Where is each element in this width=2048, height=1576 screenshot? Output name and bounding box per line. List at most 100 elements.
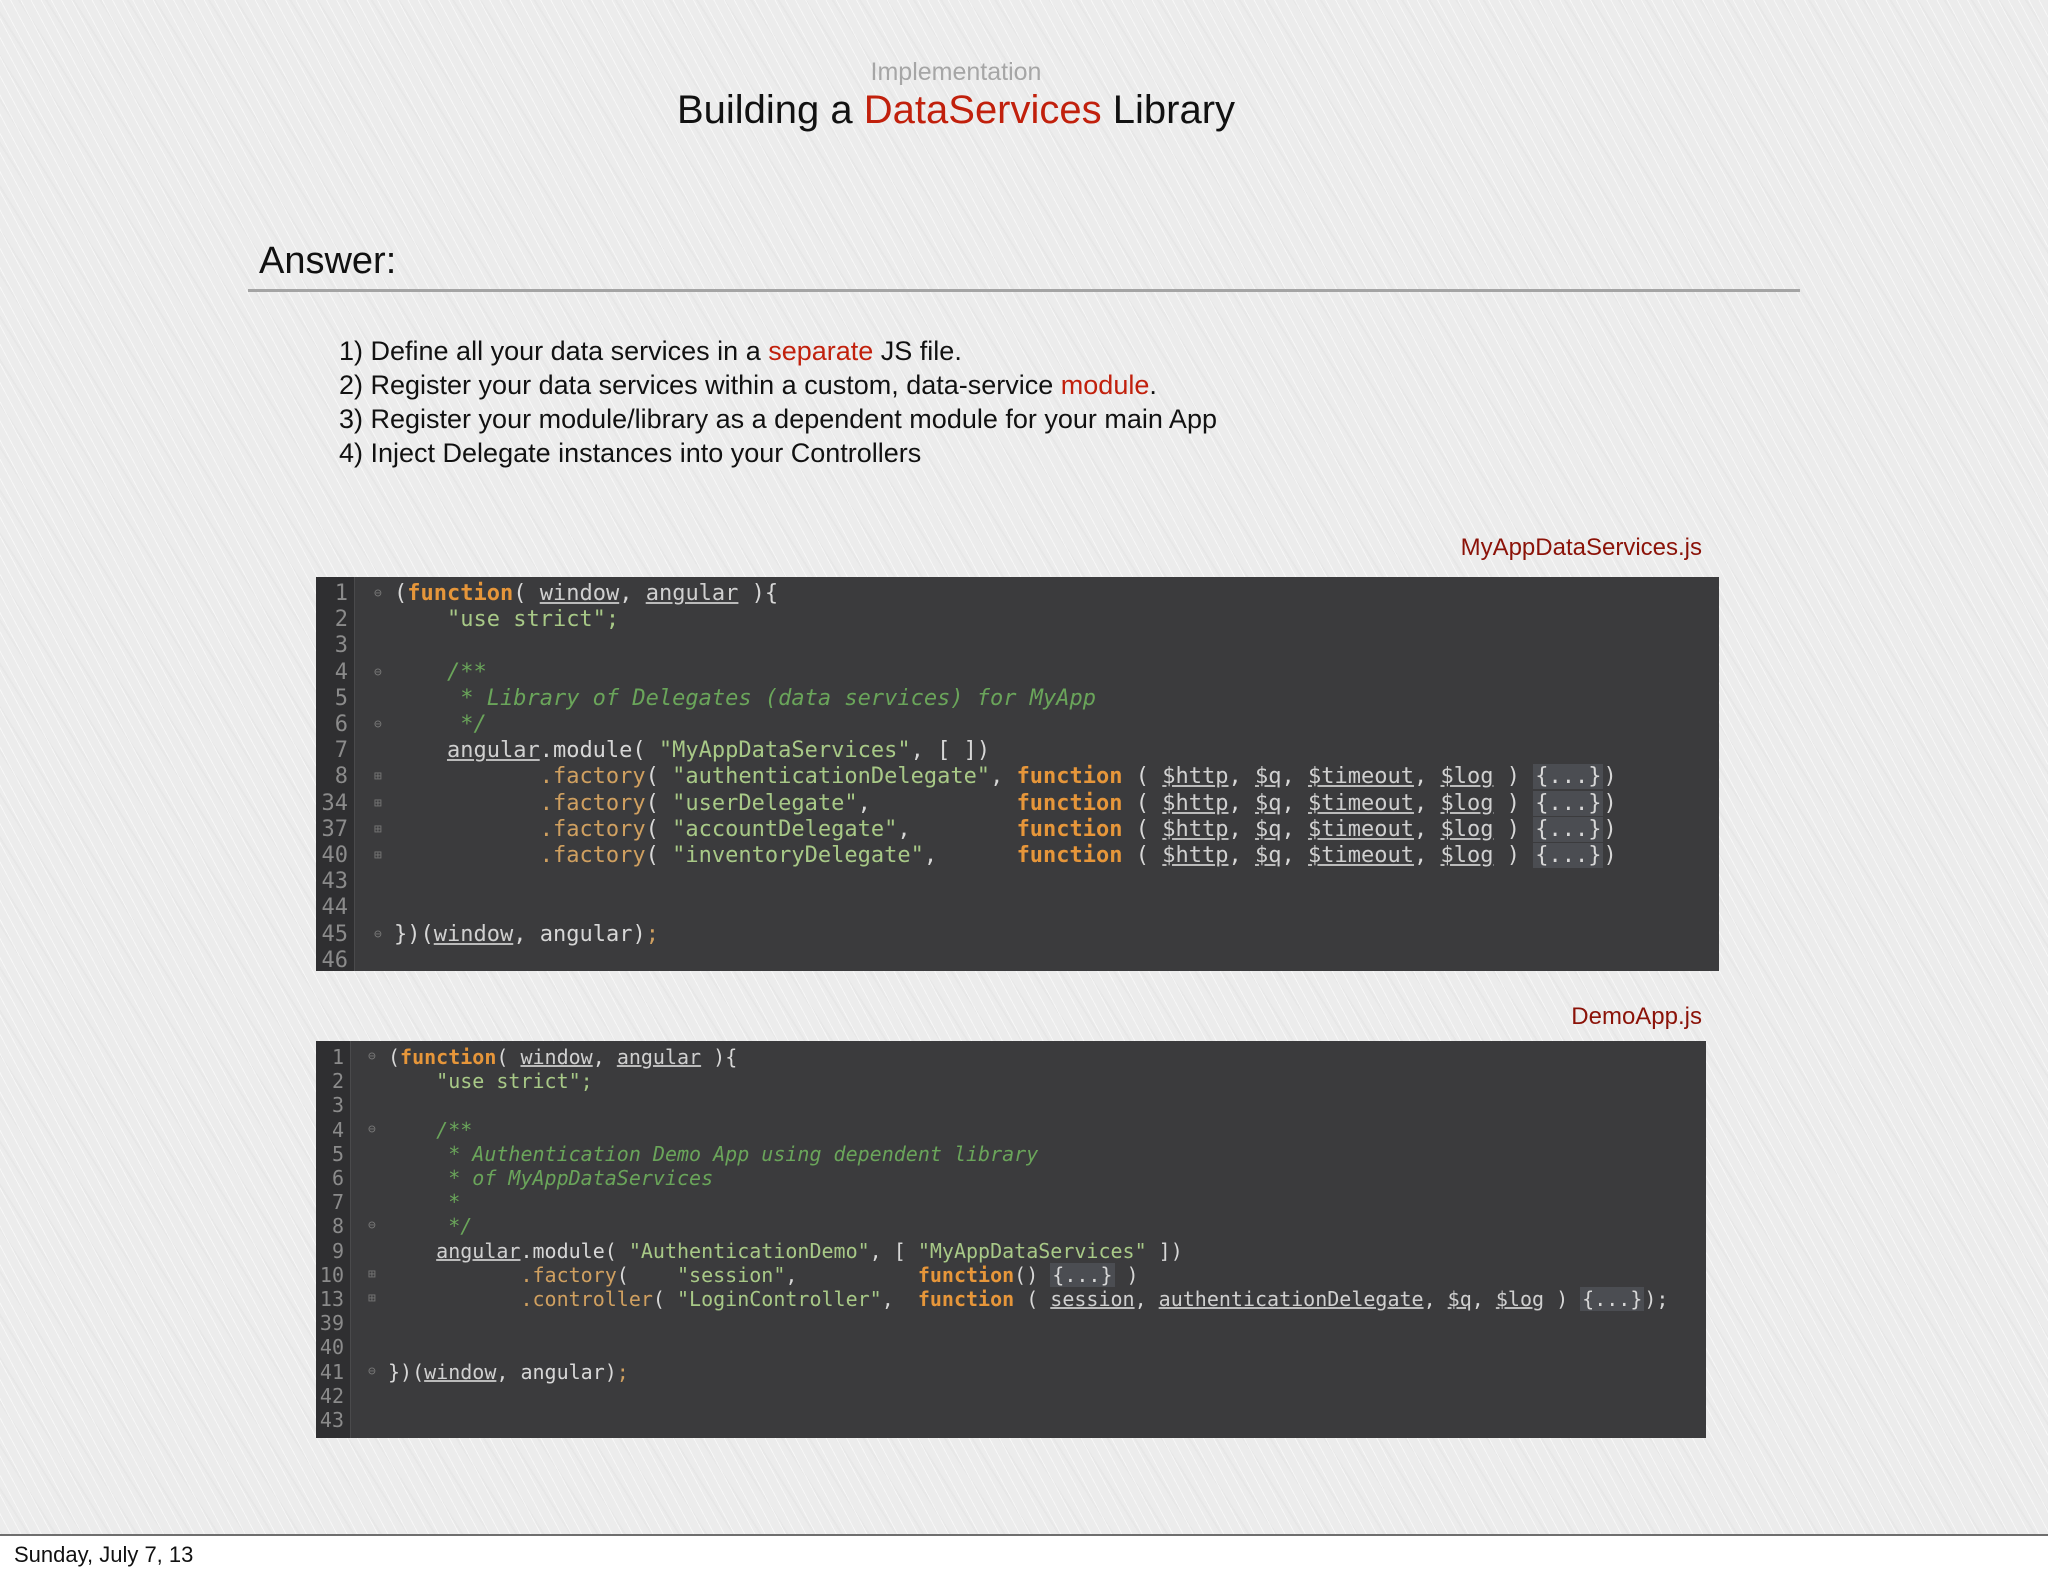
- answer-heading: Answer:: [259, 240, 397, 282]
- code-line: 41 ⊖})(window, angular);: [316, 1360, 1706, 1384]
- code-line: 40: [316, 1335, 1706, 1359]
- line-number: 4: [334, 659, 348, 685]
- code-text: "use strict";: [446, 607, 620, 633]
- step-highlight: separate: [768, 336, 874, 366]
- filename-label-demoapp: DemoApp.js: [1571, 1003, 1702, 1030]
- code-text: */: [460, 712, 487, 737]
- code-text: .factory( "inventoryDelegate", function …: [539, 843, 1617, 868]
- code-line: 43: [316, 1408, 1706, 1432]
- code-text: *: [448, 1190, 461, 1215]
- fold-expand-icon[interactable]: ⊞: [374, 764, 382, 790]
- code-text: angular.module( "AuthenticationDemo", [ …: [436, 1238, 1183, 1263]
- line-number: 4: [331, 1117, 344, 1142]
- slide: Implementation Building a DataServices L…: [0, 0, 2048, 1536]
- code-line: 5 * Library of Delegates (data services)…: [316, 686, 1719, 712]
- section-label: Implementation: [870, 58, 1042, 86]
- code-line: 9 angular.module( "AuthenticationDemo", …: [316, 1239, 1706, 1263]
- line-number: 1: [331, 1045, 344, 1069]
- line-number: 44: [321, 895, 349, 921]
- code-text: * of MyAppDataServices: [448, 1166, 714, 1190]
- code-text: /**: [446, 659, 487, 685]
- code-text: })(window, angular);: [388, 1359, 629, 1384]
- step-text: 2) Register your data services within a …: [339, 370, 1061, 400]
- code-line: 8 ⊞ .factory( "authenticationDelegate", f…: [316, 764, 1719, 790]
- step-text: 3) Register your module/library as a dep…: [339, 404, 1217, 434]
- code-text: angular.module( "MyAppDataServices", [ ]…: [446, 738, 991, 764]
- code-line: 3: [316, 1093, 1706, 1117]
- line-number: 5: [331, 1141, 344, 1166]
- line-number: 5: [334, 685, 348, 711]
- line-number: 1: [334, 581, 348, 606]
- step-text-end: JS file.: [873, 336, 962, 366]
- code-line: 7 *: [316, 1190, 1706, 1214]
- line-number: 6: [334, 712, 348, 737]
- code-line: 2 "use strict";: [316, 1069, 1706, 1093]
- title-before: Building a: [676, 88, 864, 132]
- line-number: 43: [321, 869, 349, 895]
- code-text: .factory( "session", function() {...} ): [520, 1262, 1139, 1287]
- code-line: 13 ⊞ .controller( "LoginController", func…: [316, 1287, 1706, 1311]
- fold-expand-icon[interactable]: ⊞: [374, 817, 382, 843]
- title-highlight: DataServices: [863, 88, 1102, 132]
- fold-expand-icon[interactable]: ⊞: [368, 1263, 376, 1287]
- line-number: 46: [321, 947, 349, 971]
- filename-label-dataservices: MyAppDataServices.js: [1460, 534, 1702, 561]
- step-item: 4) Inject Delegate instances into your C…: [339, 436, 1217, 470]
- step-item: 2) Register your data services within a …: [339, 368, 1217, 402]
- code-panel-dataservices: 1 ⊖ (function( window, angular ){2 "use st…: [316, 577, 1719, 971]
- fold-collapse-icon[interactable]: ⊖: [374, 712, 382, 738]
- code-line: 6 * of MyAppDataServices: [316, 1166, 1706, 1190]
- code-line: 46: [316, 948, 1719, 971]
- fold-collapse-icon[interactable]: ⊖: [368, 1045, 376, 1069]
- fold-collapse-icon[interactable]: ⊖: [374, 660, 382, 686]
- line-number: 6: [331, 1166, 344, 1190]
- code-line: 6 ⊖ */: [316, 712, 1719, 738]
- code-line: 39: [316, 1311, 1706, 1335]
- code-line: 44: [316, 895, 1719, 921]
- step-text: 1) Define all your data services in a: [339, 336, 769, 366]
- code-line: 37 ⊞ .factory( "accountDelegate", functio…: [316, 816, 1719, 843]
- code-text: })(window, angular);: [394, 921, 659, 947]
- line-number: 10: [319, 1262, 344, 1287]
- line-number: 42: [319, 1383, 344, 1408]
- line-number: 40: [321, 843, 349, 868]
- line-number: 7: [331, 1190, 344, 1215]
- fold-collapse-icon[interactable]: ⊖: [368, 1360, 376, 1384]
- code-text: /**: [436, 1117, 473, 1142]
- fold-expand-icon[interactable]: ⊞: [374, 843, 382, 869]
- code-text: .controller( "LoginController", function…: [520, 1287, 1669, 1311]
- fold-collapse-icon[interactable]: ⊖: [374, 922, 382, 948]
- fold-collapse-icon[interactable]: ⊖: [368, 1118, 376, 1142]
- code-text: * Authentication Demo App using dependen…: [448, 1141, 1039, 1166]
- line-number: 39: [319, 1311, 344, 1336]
- code-text: */: [448, 1214, 473, 1239]
- code-line: 42: [316, 1384, 1706, 1408]
- step-highlight: module: [1060, 370, 1150, 400]
- fold-expand-icon[interactable]: ⊞: [368, 1287, 376, 1311]
- code-line: 8 ⊖ */: [316, 1214, 1706, 1238]
- code-line: 1 ⊖ (function( window, angular ){: [316, 1045, 1706, 1069]
- code-text: "use strict";: [436, 1069, 593, 1094]
- code-text: .factory( "authenticationDelegate", func…: [539, 764, 1617, 790]
- code-text: .factory( "userDelegate", function ( $ht…: [539, 790, 1617, 816]
- heading-divider: [248, 289, 1800, 292]
- code-text: .factory( "accountDelegate", function ( …: [539, 816, 1617, 842]
- footer-date: Sunday, July 7, 13: [14, 1542, 194, 1567]
- step-text-end: .: [1149, 370, 1157, 400]
- code-line: 2 "use strict";: [316, 607, 1719, 633]
- line-number: 13: [319, 1287, 344, 1311]
- line-number: 37: [321, 816, 349, 842]
- line-number: 3: [334, 633, 348, 659]
- code-line: 4 ⊖ /**: [316, 1118, 1706, 1142]
- code-text: (function( window, angular ){: [394, 581, 779, 606]
- fold-collapse-icon[interactable]: ⊖: [368, 1214, 376, 1238]
- line-number: 7: [334, 738, 348, 764]
- code-line: 45 ⊖})(window, angular);: [316, 922, 1719, 948]
- fold-expand-icon[interactable]: ⊞: [374, 791, 382, 817]
- line-number: 9: [331, 1238, 344, 1263]
- slide-title: Building a DataServices Library: [0, 88, 1912, 133]
- line-number: 2: [334, 607, 348, 633]
- code-line: 34 ⊞ .factory( "userDelegate", function (…: [316, 790, 1719, 817]
- fold-collapse-icon[interactable]: ⊖: [374, 581, 382, 607]
- code-line: 7 angular.module( "MyAppDataServices", […: [316, 738, 1719, 764]
